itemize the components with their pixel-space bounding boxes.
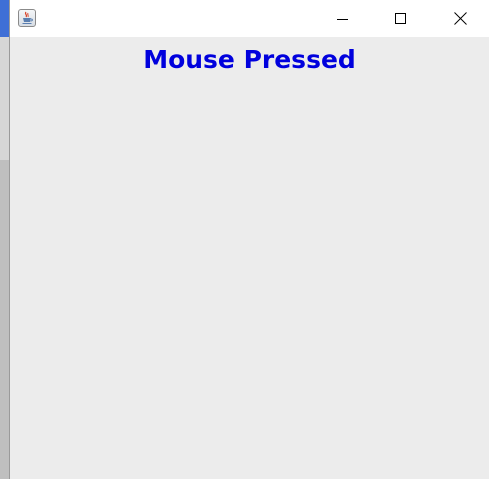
minimize-icon: [337, 18, 348, 20]
background-window-edge: [0, 0, 9, 37]
minimize-button[interactable]: [314, 0, 372, 37]
desktop-background: [0, 0, 9, 479]
maximize-icon: [395, 12, 406, 24]
background-window-edge-lower: [0, 160, 9, 479]
mouse-event-label: Mouse Pressed: [143, 45, 356, 74]
close-button[interactable]: [431, 0, 489, 37]
title-bar[interactable]: [10, 0, 489, 37]
content-panel[interactable]: Mouse Pressed: [10, 37, 489, 479]
app-window: Mouse Pressed: [9, 0, 489, 479]
maximize-button[interactable]: [372, 0, 430, 37]
close-icon: [453, 12, 467, 25]
java-coffee-cup-icon[interactable]: [18, 9, 36, 27]
